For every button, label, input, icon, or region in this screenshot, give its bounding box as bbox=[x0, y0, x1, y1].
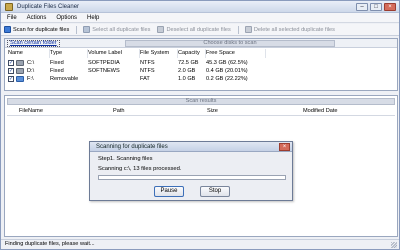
disk-free-space: 45.3 GB (62.5%) bbox=[206, 60, 248, 66]
disk-file-system: FAT bbox=[140, 76, 150, 82]
disk-checkbox[interactable]: ✓ bbox=[8, 68, 14, 74]
menu-help[interactable]: Help bbox=[87, 15, 99, 21]
disk-row[interactable]: ✓ C:\ Fixed SOFTPEDIA NTFS 72.5 GB 45.3 … bbox=[5, 59, 397, 67]
column-volume-label[interactable]: Volume Label bbox=[88, 49, 140, 58]
menu-file[interactable]: File bbox=[7, 15, 17, 21]
stop-button[interactable]: Stop bbox=[200, 186, 230, 197]
app-icon bbox=[5, 3, 13, 11]
scan-certain-folder-link[interactable]: Scan certain folder bbox=[7, 40, 60, 47]
column-free-space[interactable]: Free Space bbox=[206, 49, 266, 58]
select-all-icon bbox=[83, 26, 91, 33]
disk-row[interactable]: ✓ F:\ Removable FAT 1.0 GB 0.2 GB (22.22… bbox=[5, 75, 397, 83]
disk-volume-label: SOFTPEDIA bbox=[88, 60, 120, 66]
menu-options[interactable]: Options bbox=[56, 15, 77, 21]
dialog-close-button[interactable]: × bbox=[279, 143, 290, 151]
deselect-all-button[interactable]: Deselect all duplicate files bbox=[157, 26, 231, 33]
disk-type: Fixed bbox=[50, 68, 64, 74]
title-bar: Duplicate Files Cleaner – □ × bbox=[1, 1, 399, 13]
disk-name: C:\ bbox=[27, 60, 35, 66]
disk-row[interactable]: ✓ D:\ Fixed SOFTNEWS NTFS 2.0 GB 0.4 GB … bbox=[5, 67, 397, 75]
scan-icon bbox=[4, 26, 11, 33]
toolbar: Scan for duplicate files Select all dupl… bbox=[1, 24, 399, 36]
dialog-title: Scanning for duplicate files bbox=[90, 142, 292, 152]
disk-type: Removable bbox=[50, 76, 79, 82]
app-window: Duplicate Files Cleaner – □ × File Actio… bbox=[0, 0, 400, 250]
window-controls: – □ × bbox=[356, 3, 396, 11]
removable-drive-icon bbox=[16, 76, 24, 82]
scan-results-header: Scan results bbox=[7, 98, 395, 105]
column-file-system[interactable]: File System bbox=[140, 49, 178, 58]
disk-capacity: 2.0 GB bbox=[178, 68, 196, 74]
disks-panel-header: Scan certain folder Choose disks to scan bbox=[5, 39, 397, 48]
scan-step-text: Step1. Scanning files bbox=[98, 156, 153, 162]
disk-name: F:\ bbox=[27, 76, 34, 82]
column-capacity[interactable]: Capacity bbox=[178, 49, 206, 58]
resize-grip-icon[interactable] bbox=[391, 242, 397, 248]
delete-selected-button[interactable]: Delete all selected duplicate files bbox=[244, 26, 335, 33]
toolbar-separator bbox=[237, 25, 239, 34]
disk-name: D:\ bbox=[27, 68, 35, 74]
deselect-all-label: Deselect all duplicate files bbox=[166, 26, 231, 33]
choose-disks-header: Choose disks to scan bbox=[125, 40, 335, 47]
column-path[interactable]: Path bbox=[113, 107, 125, 115]
disk-checkbox[interactable]: ✓ bbox=[8, 76, 14, 82]
menu-bar: File Actions Options Help bbox=[1, 13, 399, 23]
disks-panel: Scan certain folder Choose disks to scan… bbox=[4, 38, 398, 91]
disk-free-space: 0.2 GB (22.22%) bbox=[206, 76, 248, 82]
delete-icon bbox=[244, 26, 252, 33]
menu-actions[interactable]: Actions bbox=[27, 15, 47, 21]
scan-duplicates-label: Scan for duplicate files bbox=[13, 26, 70, 33]
disk-volume-label: SOFTNEWS bbox=[88, 68, 120, 74]
deselect-all-icon bbox=[157, 26, 165, 33]
disk-capacity: 72.5 GB bbox=[178, 60, 199, 66]
disk-file-system: NTFS bbox=[140, 68, 155, 74]
status-bar: Finding duplicate files, please wait... bbox=[1, 239, 399, 249]
select-all-button[interactable]: Select all duplicate files bbox=[83, 26, 150, 33]
window-title: Duplicate Files Cleaner bbox=[17, 4, 80, 10]
scan-duplicates-button[interactable]: Scan for duplicate files bbox=[4, 26, 69, 33]
disk-checkbox[interactable]: ✓ bbox=[8, 60, 14, 66]
hard-drive-icon bbox=[16, 68, 24, 74]
maximize-button[interactable]: □ bbox=[370, 3, 382, 11]
pause-button[interactable]: Pause bbox=[154, 186, 184, 197]
select-all-label: Select all duplicate files bbox=[92, 26, 151, 33]
results-header-divider bbox=[7, 115, 395, 116]
column-size[interactable]: Size bbox=[207, 107, 218, 115]
column-modified-date[interactable]: Modified Date bbox=[303, 107, 338, 115]
scanning-dialog: Scanning for duplicate files × Step1. Sc… bbox=[89, 141, 293, 201]
delete-selected-label: Delete all selected duplicate files bbox=[253, 26, 335, 33]
scan-progress-text: Scanning c:\, 13 files processed. bbox=[98, 166, 182, 172]
column-type[interactable]: Type bbox=[50, 49, 88, 58]
disk-free-space: 0.4 GB (20.01%) bbox=[206, 68, 248, 74]
disk-file-system: NTFS bbox=[140, 60, 155, 66]
disk-capacity: 1.0 GB bbox=[178, 76, 196, 82]
column-filename[interactable]: FileName bbox=[19, 107, 43, 115]
toolbar-separator bbox=[76, 25, 78, 34]
close-window-button[interactable]: × bbox=[384, 3, 396, 11]
status-text: Finding duplicate files, please wait... bbox=[5, 241, 95, 247]
hard-drive-icon bbox=[16, 60, 24, 66]
minimize-button[interactable]: – bbox=[356, 3, 368, 11]
scan-progress-bar bbox=[98, 175, 286, 180]
disk-type: Fixed bbox=[50, 60, 64, 66]
column-name[interactable]: Name bbox=[8, 49, 50, 58]
